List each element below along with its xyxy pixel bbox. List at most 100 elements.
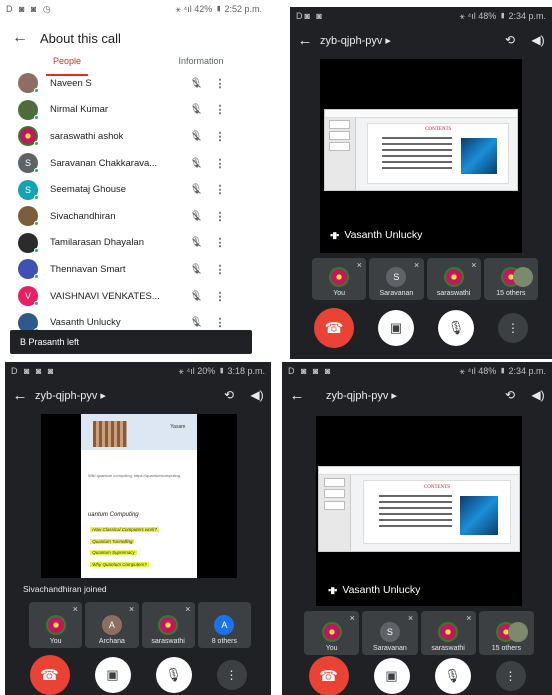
- more-icon[interactable]: ⋮: [207, 263, 233, 276]
- participant-row[interactable]: Thennavan Smart 🎙 ⋮: [0, 256, 268, 283]
- avatar: [18, 73, 39, 94]
- participant-row[interactable]: V VAISHNAVI VENKATES... 🎙 ⋮: [0, 283, 268, 310]
- switch-camera-icon[interactable]: ⟲: [496, 33, 524, 47]
- avatar: [438, 622, 459, 642]
- end-call-icon: ☎: [319, 668, 338, 685]
- avatar: [158, 615, 179, 635]
- status-left: D ◙ ◙ ◙: [288, 366, 333, 376]
- camera-off-icon: ▣: [389, 320, 403, 335]
- participant-name: Nirmal Kumar: [50, 104, 109, 116]
- meeting-code[interactable]: zyb-qjph-pyv ▸: [312, 389, 496, 402]
- back-arrow-icon[interactable]: ←: [290, 32, 320, 49]
- avatar: [321, 622, 342, 642]
- switch-camera-icon[interactable]: ⟲: [496, 388, 524, 402]
- slide-page: CONTENTS: [363, 480, 511, 545]
- status-right: ⚹ ⁴ıl 42% ▮ 2:52 p.m.: [175, 3, 262, 14]
- participant-row[interactable]: Nirmal Kumar 🎙 ⋮: [0, 97, 268, 124]
- camera-toggle-button[interactable]: ▣: [94, 657, 131, 693]
- meeting-code-text: zyb-qjph-pyv: [320, 34, 383, 47]
- participant-name: Thennavan Smart: [50, 263, 126, 275]
- shared-slide: CONTENTS: [318, 466, 520, 552]
- call-panel-bottom-right: D ◙ ◙ ◙ ⚹ ⁴ıl 48% ▮ 2:34 p.m. ← zyb-qjph…: [282, 362, 552, 695]
- end-call-button[interactable]: ☎: [314, 308, 354, 348]
- participant-name: Saravanan Chakkarava...: [50, 157, 158, 169]
- tile-label: saraswathi: [431, 645, 465, 652]
- tile-label: saraswathi: [436, 290, 471, 297]
- mic-toggle-button[interactable]: 🎙: [438, 310, 474, 346]
- muted-icon: ⨯: [72, 606, 79, 613]
- speaker-icon[interactable]: ◀): [524, 388, 552, 402]
- participant-row[interactable]: Naveen S 🎙 ⋮: [0, 70, 268, 97]
- slide-image: [460, 137, 498, 175]
- end-call-button[interactable]: ☎: [29, 655, 70, 695]
- mic-toggle-button[interactable]: 🎙: [155, 657, 192, 693]
- camera-toggle-button[interactable]: ▣: [373, 658, 410, 694]
- end-call-button[interactable]: ☎: [308, 656, 349, 695]
- back-arrow-icon[interactable]: ←: [5, 387, 35, 404]
- muted-icon: ⨯: [184, 606, 191, 613]
- meeting-code[interactable]: zyb-qjph-pyv ▸: [35, 389, 215, 402]
- participant-row[interactable]: S Saravanan Chakkarava... 🎙 ⋮: [0, 150, 268, 177]
- back-arrow-icon[interactable]: ←: [0, 29, 40, 47]
- presentation-stage[interactable]: CONTENTS ▪▮▪ Vasanth Unlucky: [316, 416, 522, 606]
- participant-tile[interactable]: You ⨯: [312, 258, 367, 300]
- status-bar: D ◙ ◙ ◷ ⚹ ⁴ıl 42% ▮ 2:52 p.m.: [0, 0, 268, 18]
- participant-tile[interactable]: A 8 others: [197, 602, 251, 648]
- online-dot-icon: [34, 301, 39, 307]
- participant-tiles: You ⨯ S Saravanan ⨯ saraswathi ⨯ 15 others: [304, 611, 534, 655]
- mic-muted-icon: 🎙: [185, 317, 207, 328]
- participant-tile[interactable]: A Archana ⨯: [85, 602, 139, 648]
- presentation-stage[interactable]: Yasam Wiki quantum computing: https://qu…: [41, 414, 237, 578]
- camera-toggle-button[interactable]: ▣: [378, 310, 414, 346]
- call-header: ← zyb-qjph-pyv ▸ ⟲ ◀): [290, 27, 552, 53]
- speaker-icon[interactable]: ◀): [524, 33, 552, 47]
- participant-tile[interactable]: 15 others: [478, 611, 534, 655]
- avatar: [18, 259, 39, 280]
- more-options-button[interactable]: ⋮: [495, 661, 526, 691]
- participant-row[interactable]: saraswathi ashok 🎙 ⋮: [0, 123, 268, 150]
- speaker-name: Vasanth Unlucky: [342, 584, 421, 596]
- participant-tile[interactable]: saraswathi ⨯: [426, 258, 481, 300]
- more-icon[interactable]: ⋮: [207, 316, 233, 329]
- status-right: ⚹ ⁴ıl 48% ▮ 2:34 p.m.: [459, 10, 546, 21]
- participant-tile[interactable]: You ⨯: [304, 611, 360, 655]
- more-icon[interactable]: ⋮: [207, 236, 233, 249]
- more-icon[interactable]: ⋮: [207, 103, 233, 116]
- participant-row[interactable]: S Seemataj Ghouse 🎙 ⋮: [0, 176, 268, 203]
- online-dot-icon: [34, 194, 39, 200]
- mic-toggle-button[interactable]: 🎙: [434, 658, 471, 694]
- speaker-icon[interactable]: ◀): [243, 388, 271, 402]
- participant-tile[interactable]: You ⨯: [29, 602, 83, 648]
- presentation-stage[interactable]: CONTENTS ▪▮▪ Vasanth Unlucky: [320, 59, 522, 253]
- more-options-button[interactable]: ⋮: [498, 313, 528, 343]
- participant-tile[interactable]: saraswathi ⨯: [420, 611, 476, 655]
- doc-highlight: How Classical Computers work?: [90, 527, 160, 533]
- more-icon[interactable]: ⋮: [207, 183, 233, 196]
- participant-tile[interactable]: saraswathi ⨯: [141, 602, 195, 648]
- participant-row[interactable]: Tamilarasan Dhayalan 🎙 ⋮: [0, 230, 268, 257]
- more-icon[interactable]: ⋮: [207, 290, 233, 303]
- switch-camera-icon[interactable]: ⟲: [215, 388, 243, 402]
- participant-tile[interactable]: S Saravanan ⨯: [369, 258, 424, 300]
- more-icon[interactable]: ⋮: [207, 210, 233, 223]
- more-icon[interactable]: ⋮: [207, 77, 233, 90]
- dropdown-icon: ▸: [391, 389, 397, 402]
- more-options-button[interactable]: ⋮: [216, 660, 247, 690]
- doc-subtitle: uantum Computing: [87, 512, 139, 519]
- speaker-label: ▪▮▪ Vasanth Unlucky: [328, 584, 420, 596]
- avatar: [18, 232, 39, 253]
- participant-name: Tamilarasan Dhayalan: [50, 237, 144, 249]
- back-arrow-icon[interactable]: ←: [282, 387, 312, 404]
- more-icon[interactable]: ⋮: [207, 157, 233, 170]
- slide-toolbar: [319, 467, 519, 476]
- more-icon[interactable]: ⋮: [207, 130, 233, 143]
- participant-tile[interactable]: 15 others: [483, 258, 538, 300]
- participant-row[interactable]: Sivachandhiran 🎙 ⋮: [0, 203, 268, 230]
- meeting-code[interactable]: zyb-qjph-pyv ▸: [320, 34, 496, 47]
- participant-name: saraswathi ashok: [50, 130, 124, 142]
- status-left: D◙ ◙: [296, 11, 324, 21]
- mic-muted-icon: 🎙: [185, 104, 207, 115]
- call-panel-bottom-left: D ◙ ◙ ◙ ⚹ ⁴ıl 20% ▮ 3:18 p.m. ← zyb-qjph…: [5, 362, 271, 695]
- participant-tile[interactable]: S Saravanan ⨯: [362, 611, 418, 655]
- doc-highlight: Why Quantum Computers?: [90, 561, 149, 567]
